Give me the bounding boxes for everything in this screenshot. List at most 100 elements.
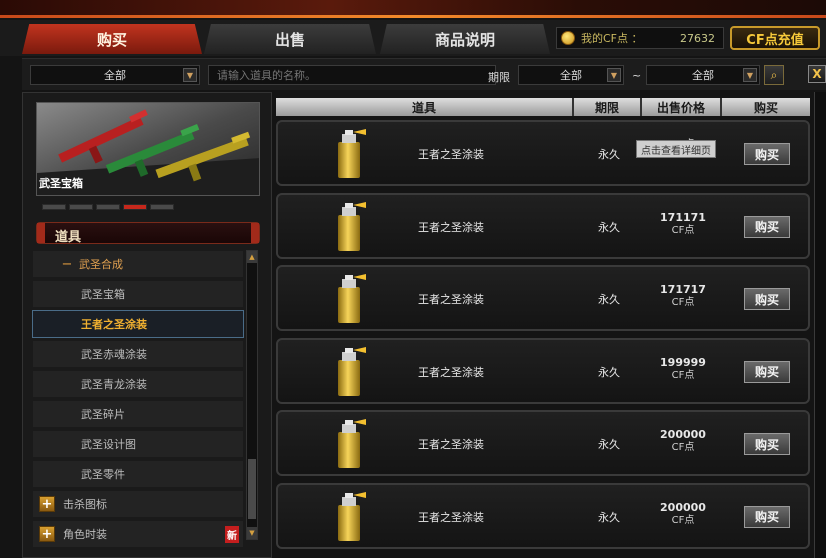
sidebar-item-fragments[interactable]: 武圣碎片 <box>32 400 244 428</box>
close-button[interactable]: X <box>808 65 826 83</box>
search-icon: ⌕ <box>770 67 778 82</box>
category-select[interactable]: 全部 ▼ <box>30 65 200 85</box>
period-to-select[interactable]: 全部 ▼ <box>646 65 760 85</box>
sidebar-item-label: 武圣合成 <box>79 258 123 271</box>
pager-dot[interactable] <box>96 204 120 210</box>
spray-can-icon <box>332 273 368 325</box>
sidebar-item-parts[interactable]: 武圣零件 <box>32 460 244 488</box>
recharge-button[interactable]: CF点充值 <box>730 26 820 50</box>
item-price-value: 171171 <box>660 210 706 224</box>
plus-icon[interactable]: + <box>39 526 55 542</box>
sidebar-item-qinglong-coating[interactable]: 武圣青龙涂装 <box>32 370 244 398</box>
main-scrollbar[interactable] <box>814 92 826 558</box>
cf-balance-value: 27632 <box>680 31 715 45</box>
sidebar-item-label: 击杀图标 <box>63 498 107 511</box>
period-label: 期限 <box>488 71 510 84</box>
new-badge: 新 <box>225 525 239 543</box>
item-price-value: 200000 <box>660 500 706 514</box>
item-period: 永久 <box>598 220 620 234</box>
item-list: 王者之圣涂装永久CF点购买王者之圣涂装永久171171CF点购买王者之圣涂装永久… <box>276 120 810 555</box>
table-row[interactable]: 王者之圣涂装 永久 200000 CF点 购买 <box>276 482 810 549</box>
sidebar-item-wusheng-synthesis[interactable]: − 武圣合成 <box>32 250 244 278</box>
scroll-thumb[interactable] <box>248 459 256 519</box>
item-name: 王者之圣涂装 <box>418 365 484 379</box>
spray-can-icon <box>332 418 368 470</box>
column-header-period: 期限 <box>574 98 642 116</box>
chevron-down-icon[interactable]: ▼ <box>743 68 757 82</box>
promo-pager <box>42 204 174 210</box>
buy-button[interactable]: 购买 <box>744 433 790 455</box>
pager-dot[interactable] <box>69 204 93 210</box>
item-price-unit: CF点 <box>671 514 695 526</box>
plus-icon[interactable]: + <box>39 496 55 512</box>
item-period: 永久 <box>598 438 620 451</box>
item-price-value: 199999 <box>660 355 706 369</box>
sidebar-item-label: 武圣青龙涂装 <box>81 378 147 391</box>
item-name: 王者之圣涂装 <box>418 148 484 161</box>
minus-icon[interactable]: − <box>55 257 79 272</box>
sidebar-item-label: 王者之圣涂装 <box>81 318 147 331</box>
table-row[interactable]: 王者之圣涂装 永久 199999 CF点 购买 <box>276 337 810 404</box>
chevron-down-icon[interactable]: ▼ <box>183 68 197 82</box>
item-price-value: 200000 <box>660 428 706 441</box>
promo-title: 武圣宝箱 <box>39 177 83 190</box>
chevron-down-icon[interactable]: ▼ <box>607 68 621 82</box>
tab-buy[interactable]: 购买 <box>22 24 202 54</box>
sidebar-item-label: 武圣赤魂涂装 <box>81 348 147 361</box>
cf-balance-label: 我的CF点 ： <box>581 32 643 45</box>
buy-button[interactable]: 购买 <box>744 143 790 165</box>
item-search-input[interactable] <box>208 65 496 85</box>
sidebar-item-chihun-coating[interactable]: 武圣赤魂涂装 <box>32 340 244 368</box>
table-header: 道具 期限 出售价格 购买 <box>276 98 810 116</box>
promo-banner[interactable]: 武圣宝箱 <box>36 102 260 196</box>
item-price-unit: CF点 <box>671 224 695 236</box>
pager-dot[interactable] <box>150 204 174 210</box>
filter-bar: 全部 ▼ 期限 全部 ▼ ~ 全部 ▼ ⌕ X <box>22 58 826 90</box>
top-decor-strip <box>0 0 826 18</box>
pager-dot[interactable] <box>42 204 66 210</box>
sidebar-item-kill-icons[interactable]: + 击杀图标 <box>32 490 244 518</box>
sidebar-item-character-outfits[interactable]: + 角色时装 新 <box>32 520 244 548</box>
pager-dot-active[interactable] <box>123 204 147 210</box>
scroll-up-icon[interactable]: ▲ <box>247 251 257 263</box>
range-separator: ~ <box>632 69 642 82</box>
sidebar-item-blueprint[interactable]: 武圣设计图 <box>32 430 244 458</box>
spray-can-icon <box>332 201 368 253</box>
buy-button[interactable]: 购买 <box>744 288 790 310</box>
coin-icon <box>561 31 575 45</box>
section-header-deco <box>251 223 259 243</box>
sidebar-item-king-coating[interactable]: 王者之圣涂装 <box>32 310 244 338</box>
item-price: 171171 CF点 <box>648 211 718 237</box>
tab-sell[interactable]: 出售 <box>204 24 376 54</box>
table-row[interactable]: 王者之圣涂装永久CF点购买 <box>276 120 810 186</box>
buy-button[interactable]: 购买 <box>744 360 790 383</box>
sidebar-scrollbar[interactable]: ▲ ▼ <box>246 250 258 540</box>
item-price-unit: CF点 <box>671 297 695 308</box>
item-price: 200000 CF点 <box>648 428 718 454</box>
item-name: 王者之圣涂装 <box>418 220 484 234</box>
column-header-item: 道具 <box>276 98 574 116</box>
item-period: 永久 <box>598 148 620 161</box>
section-header: 道具 <box>36 222 260 245</box>
sidebar-item-label: 武圣设计图 <box>81 438 136 451</box>
item-price-unit: CF点 <box>671 369 695 381</box>
item-price: 200000 CF点 <box>648 501 718 527</box>
cf-balance: 我的CF点 ： 27632 <box>556 27 724 49</box>
column-header-buy: 购买 <box>722 98 810 116</box>
table-row[interactable]: 王者之圣涂装 永久 200000 CF点 购买 <box>276 410 810 476</box>
tab-description[interactable]: 商品说明 <box>380 24 550 54</box>
buy-button[interactable]: 购买 <box>744 215 790 238</box>
period-from-select[interactable]: 全部 ▼ <box>518 65 624 85</box>
period-from-value: 全部 <box>560 69 582 82</box>
sidebar-item-wusheng-box[interactable]: 武圣宝箱 <box>32 280 244 308</box>
item-price-value: 171717 <box>660 283 706 296</box>
category-select-value: 全部 <box>104 69 126 82</box>
item-price: 199999 CF点 <box>648 356 718 382</box>
search-button[interactable]: ⌕ <box>764 65 784 85</box>
table-row[interactable]: 王者之圣涂装 永久 171717 CF点 购买 <box>276 265 810 331</box>
buy-button[interactable]: 购买 <box>744 505 790 528</box>
table-row[interactable]: 王者之圣涂装 永久 171171 CF点 购买 <box>276 192 810 259</box>
sidebar-item-label: 武圣零件 <box>81 468 125 481</box>
scroll-down-icon[interactable]: ▼ <box>247 527 257 539</box>
spray-can-icon <box>332 346 368 398</box>
